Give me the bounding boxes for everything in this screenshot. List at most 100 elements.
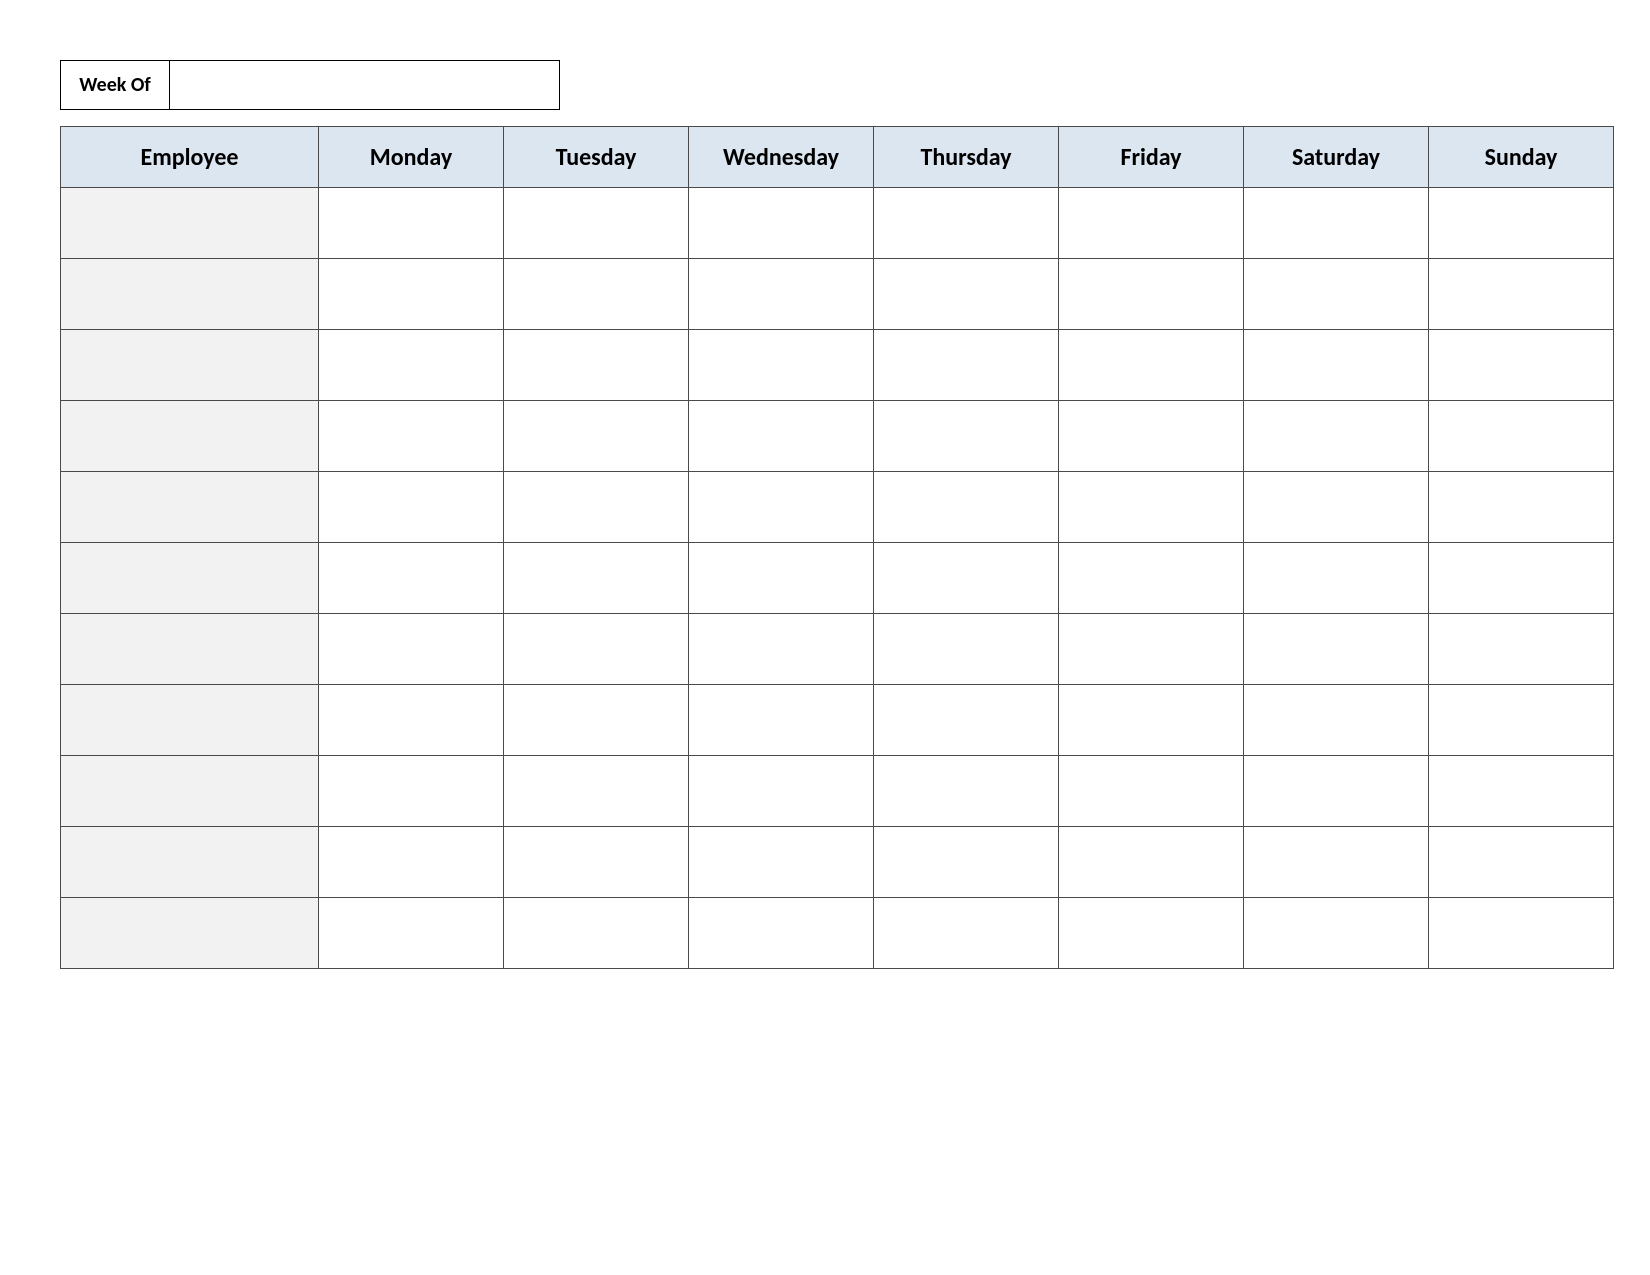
- schedule-cell[interactable]: [874, 259, 1059, 330]
- schedule-cell[interactable]: [874, 614, 1059, 685]
- table-row: [61, 827, 1614, 898]
- employee-cell[interactable]: [61, 614, 319, 685]
- schedule-cell[interactable]: [689, 188, 874, 259]
- schedule-cell[interactable]: [1429, 330, 1614, 401]
- employee-cell[interactable]: [61, 401, 319, 472]
- schedule-body: [61, 188, 1614, 969]
- schedule-cell[interactable]: [319, 614, 504, 685]
- schedule-cell[interactable]: [319, 543, 504, 614]
- week-of-label: Week Of: [60, 60, 170, 110]
- schedule-cell[interactable]: [1429, 259, 1614, 330]
- schedule-cell[interactable]: [319, 259, 504, 330]
- schedule-cell[interactable]: [1244, 756, 1429, 827]
- schedule-cell[interactable]: [319, 685, 504, 756]
- employee-cell[interactable]: [61, 330, 319, 401]
- employee-cell[interactable]: [61, 259, 319, 330]
- schedule-cell[interactable]: [1059, 188, 1244, 259]
- schedule-cell[interactable]: [319, 330, 504, 401]
- schedule-cell[interactable]: [1429, 685, 1614, 756]
- header-tuesday: Tuesday: [504, 127, 689, 188]
- schedule-cell[interactable]: [1244, 330, 1429, 401]
- schedule-cell[interactable]: [874, 756, 1059, 827]
- schedule-cell[interactable]: [1244, 685, 1429, 756]
- schedule-cell[interactable]: [504, 827, 689, 898]
- schedule-cell[interactable]: [319, 188, 504, 259]
- schedule-cell[interactable]: [1429, 543, 1614, 614]
- schedule-cell[interactable]: [689, 472, 874, 543]
- week-of-row: Week Of: [60, 60, 1590, 110]
- schedule-cell[interactable]: [1244, 188, 1429, 259]
- schedule-cell[interactable]: [1059, 472, 1244, 543]
- schedule-cell[interactable]: [1244, 472, 1429, 543]
- schedule-cell[interactable]: [319, 756, 504, 827]
- schedule-cell[interactable]: [1059, 827, 1244, 898]
- table-row: [61, 898, 1614, 969]
- schedule-cell[interactable]: [874, 401, 1059, 472]
- schedule-cell[interactable]: [504, 756, 689, 827]
- schedule-cell[interactable]: [1059, 543, 1244, 614]
- schedule-cell[interactable]: [689, 543, 874, 614]
- schedule-cell[interactable]: [504, 614, 689, 685]
- schedule-cell[interactable]: [1059, 756, 1244, 827]
- header-row: Employee Monday Tuesday Wednesday Thursd…: [61, 127, 1614, 188]
- header-sunday: Sunday: [1429, 127, 1614, 188]
- schedule-cell[interactable]: [689, 259, 874, 330]
- schedule-cell[interactable]: [1244, 401, 1429, 472]
- schedule-cell[interactable]: [1244, 898, 1429, 969]
- schedule-cell[interactable]: [689, 614, 874, 685]
- employee-cell[interactable]: [61, 472, 319, 543]
- employee-cell[interactable]: [61, 188, 319, 259]
- schedule-cell[interactable]: [874, 685, 1059, 756]
- schedule-cell[interactable]: [1059, 330, 1244, 401]
- schedule-cell[interactable]: [874, 898, 1059, 969]
- schedule-cell[interactable]: [874, 330, 1059, 401]
- schedule-cell[interactable]: [1429, 898, 1614, 969]
- schedule-cell[interactable]: [319, 898, 504, 969]
- employee-cell[interactable]: [61, 543, 319, 614]
- schedule-cell[interactable]: [874, 543, 1059, 614]
- employee-cell[interactable]: [61, 898, 319, 969]
- schedule-cell[interactable]: [689, 898, 874, 969]
- schedule-cell[interactable]: [689, 685, 874, 756]
- schedule-cell[interactable]: [319, 401, 504, 472]
- schedule-cell[interactable]: [689, 330, 874, 401]
- schedule-cell[interactable]: [319, 827, 504, 898]
- schedule-cell[interactable]: [1429, 614, 1614, 685]
- schedule-cell[interactable]: [1429, 188, 1614, 259]
- schedule-cell[interactable]: [1059, 401, 1244, 472]
- schedule-cell[interactable]: [1244, 614, 1429, 685]
- schedule-cell[interactable]: [1059, 259, 1244, 330]
- schedule-cell[interactable]: [504, 188, 689, 259]
- schedule-cell[interactable]: [504, 401, 689, 472]
- schedule-cell[interactable]: [1429, 472, 1614, 543]
- schedule-cell[interactable]: [504, 543, 689, 614]
- schedule-cell[interactable]: [1059, 685, 1244, 756]
- schedule-cell[interactable]: [1244, 259, 1429, 330]
- schedule-cell[interactable]: [689, 827, 874, 898]
- week-of-input[interactable]: [170, 60, 560, 110]
- schedule-cell[interactable]: [1429, 827, 1614, 898]
- schedule-cell[interactable]: [689, 401, 874, 472]
- schedule-cell[interactable]: [1429, 756, 1614, 827]
- schedule-cell[interactable]: [1244, 543, 1429, 614]
- schedule-cell[interactable]: [1059, 614, 1244, 685]
- schedule-cell[interactable]: [1059, 898, 1244, 969]
- employee-cell[interactable]: [61, 685, 319, 756]
- schedule-cell[interactable]: [1429, 401, 1614, 472]
- schedule-cell[interactable]: [504, 472, 689, 543]
- schedule-cell[interactable]: [874, 188, 1059, 259]
- schedule-cell[interactable]: [874, 827, 1059, 898]
- employee-cell[interactable]: [61, 827, 319, 898]
- schedule-cell[interactable]: [319, 472, 504, 543]
- schedule-cell[interactable]: [504, 330, 689, 401]
- header-wednesday: Wednesday: [689, 127, 874, 188]
- schedule-cell[interactable]: [689, 756, 874, 827]
- header-saturday: Saturday: [1244, 127, 1429, 188]
- schedule-cell[interactable]: [874, 472, 1059, 543]
- schedule-cell[interactable]: [504, 685, 689, 756]
- schedule-cell[interactable]: [504, 898, 689, 969]
- employee-cell[interactable]: [61, 756, 319, 827]
- schedule-cell[interactable]: [504, 259, 689, 330]
- header-thursday: Thursday: [874, 127, 1059, 188]
- schedule-cell[interactable]: [1244, 827, 1429, 898]
